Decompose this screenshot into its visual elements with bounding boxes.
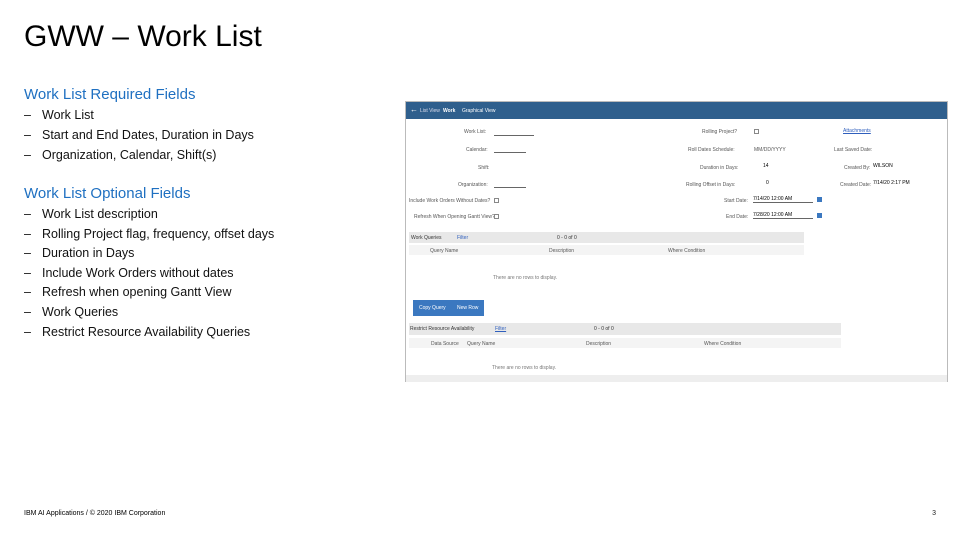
- new-row-button[interactable]: New Row: [451, 300, 485, 316]
- empty-message: There are no rows to display.: [492, 365, 557, 371]
- work-queries-header: Query Name Description Where Condition: [409, 245, 804, 255]
- restrict-title: Restrict Resource Availability: [410, 326, 475, 332]
- rolling-label: Rolling Project?: [702, 129, 738, 135]
- work-list-screenshot: ← List View Work Graphical View Work Lis…: [405, 101, 948, 382]
- bullet-item: – Organization, Calendar, Shift(s): [24, 148, 217, 162]
- restrict-header: Data Source Query Name Description Where…: [409, 338, 841, 348]
- refresh-label: Refresh When Opening Gantt View?: [414, 214, 495, 220]
- pager: 0 - 0 of 0: [594, 326, 614, 332]
- work-queries-title: Work Queries: [411, 235, 442, 241]
- bullet-item: – Rolling Project flag, frequency, offset…: [24, 227, 275, 241]
- attachments-link[interactable]: Attachments: [843, 128, 871, 134]
- organization-label: Organization:: [458, 182, 488, 188]
- start-date-input[interactable]: 7/14/20 12:00 AM: [753, 196, 813, 203]
- page-number: 3: [932, 510, 936, 517]
- include-wo-checkbox[interactable]: [494, 198, 499, 203]
- bullet-item: – Duration in Days: [24, 246, 135, 260]
- bullet-item: – Refresh when opening Gantt View: [24, 285, 232, 299]
- column-header[interactable]: Where Condition: [704, 341, 741, 347]
- created-by-label: Created By:: [844, 165, 871, 171]
- pager: 0 - 0 of 0: [557, 235, 577, 241]
- calendar-input[interactable]: [494, 146, 526, 153]
- bullet-item: – Work Queries: [24, 305, 119, 319]
- column-header[interactable]: Data Source: [431, 341, 459, 347]
- organization-input[interactable]: [494, 181, 526, 188]
- calendar-label: Calendar:: [466, 147, 488, 153]
- duration-label: Duration in Days:: [700, 165, 739, 171]
- tab-graphical-view[interactable]: Graphical View: [462, 108, 496, 114]
- rolling-checkbox[interactable]: [754, 129, 759, 134]
- filter-button[interactable]: Filter: [457, 235, 468, 241]
- column-header[interactable]: Query Name: [430, 248, 458, 254]
- shift-label: Shift:: [478, 165, 490, 171]
- tab-bar: ← List View Work Graphical View: [406, 102, 947, 119]
- work-list-label: Work List:: [464, 129, 487, 135]
- work-list-input[interactable]: [494, 129, 534, 136]
- bullet-item: – Include Work Orders without dates: [24, 266, 234, 280]
- copy-query-button[interactable]: Copy Query: [413, 300, 452, 316]
- refresh-checkbox[interactable]: [494, 214, 499, 219]
- calendar-icon[interactable]: [817, 197, 822, 202]
- tab-work[interactable]: Work: [443, 108, 455, 114]
- bullet-item: – Restrict Resource Availability Queries: [24, 325, 251, 339]
- tab-list-view[interactable]: List View: [420, 108, 440, 114]
- last-saved-label: Last Saved Date:: [834, 147, 873, 153]
- duration-value[interactable]: 14: [763, 163, 769, 169]
- include-wo-label: Include Work Orders Without Dates?: [409, 198, 491, 204]
- rolling-offset-value[interactable]: 0: [766, 180, 769, 186]
- bottom-strip: [406, 375, 947, 382]
- bullet-item: – Work List: [24, 108, 94, 122]
- created-date-label: Created Date:: [840, 182, 872, 188]
- rolling-offset-label: Rolling Offset in Days:: [686, 182, 736, 188]
- roll-dates-value[interactable]: MM/DD/YYYY: [754, 147, 786, 153]
- empty-message: There are no rows to display.: [493, 275, 558, 281]
- filter-button[interactable]: Filter: [495, 326, 506, 332]
- column-header[interactable]: Description: [549, 248, 574, 254]
- bullet-item: – Work List description: [24, 207, 158, 221]
- restrict-toolbar: Restrict Resource Availability Filter 0 …: [409, 323, 841, 335]
- work-queries-toolbar: Work Queries Filter 0 - 0 of 0: [409, 232, 804, 243]
- column-header[interactable]: Description: [586, 341, 611, 347]
- column-header[interactable]: Query Name: [467, 341, 495, 347]
- footer-text: IBM AI Applications / © 2020 IBM Corpora…: [24, 510, 166, 517]
- roll-dates-label: Roll Dates Schedule:: [688, 147, 735, 153]
- start-date-label: Start Date:: [724, 198, 748, 204]
- back-arrow-icon[interactable]: ←: [410, 105, 418, 114]
- column-header[interactable]: Where Condition: [668, 248, 705, 254]
- created-by-value: WILSON: [873, 163, 893, 169]
- optional-heading: Work List Optional Fields: [24, 185, 191, 202]
- calendar-icon[interactable]: [817, 213, 822, 218]
- end-date-label: End Date:: [726, 214, 749, 220]
- bullet-item: – Start and End Dates, Duration in Days: [24, 128, 254, 142]
- slide-title: GWW – Work List: [24, 20, 262, 53]
- end-date-input[interactable]: 7/28/20 12:00 AM: [753, 212, 813, 219]
- required-heading: Work List Required Fields: [24, 86, 196, 103]
- created-date-value: 7/14/20 2:17 PM: [873, 180, 910, 186]
